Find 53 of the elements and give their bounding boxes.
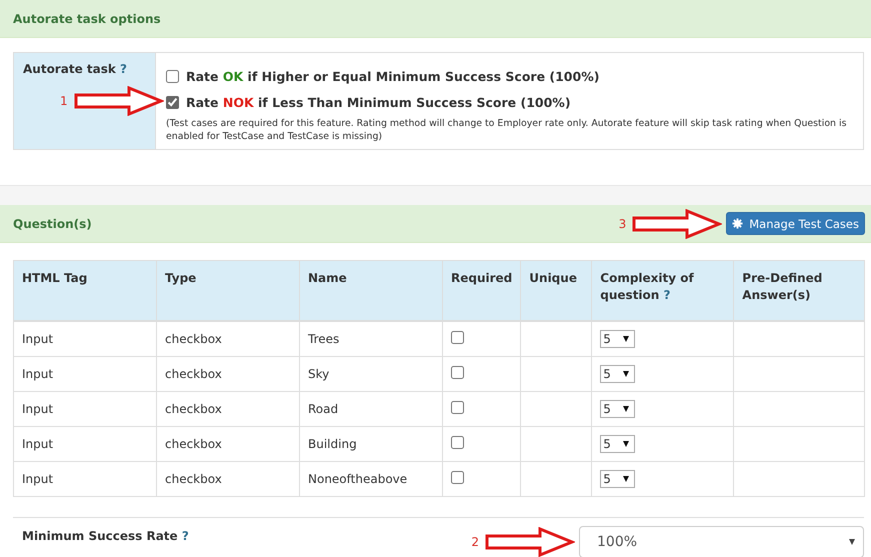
caret-icon bbox=[623, 406, 630, 412]
column-header: Type bbox=[156, 260, 300, 321]
caret-icon bbox=[623, 476, 630, 482]
option-label: Rate OK if Higher or Equal Minimum Success Score (100%) bbox=[186, 68, 600, 84]
field-label: Minimum Success Rate ? bbox=[21, 528, 189, 545]
table-cell: checkbox bbox=[156, 462, 300, 496]
table-cell: Trees bbox=[300, 321, 442, 356]
complexity-dropdown[interactable]: 5 bbox=[600, 330, 636, 348]
field-label: Autorate task ? bbox=[23, 62, 127, 76]
note-text: (Test cases are required for this feature. Rating method will change to Employer rate only. Autorate feature will skip task rating when Question is enabled for TestCase and TestCase is missing) bbox=[166, 117, 848, 143]
table-cell: checkbox bbox=[156, 356, 300, 392]
table-cell: Input bbox=[14, 356, 156, 392]
annotation-number: 2 bbox=[471, 535, 479, 549]
checkbox[interactable] bbox=[166, 96, 179, 108]
manage-test-cases-button[interactable]: Manage Test Cases bbox=[726, 212, 865, 235]
section-title: Question(s) bbox=[13, 216, 92, 230]
annotation-number: 1 bbox=[60, 94, 68, 108]
checkbox[interactable] bbox=[451, 436, 464, 449]
caret-icon bbox=[623, 371, 630, 377]
column-header: HTML Tag bbox=[14, 260, 156, 321]
table-cell: Input bbox=[14, 392, 156, 426]
checkbox[interactable] bbox=[451, 471, 464, 484]
table-cell: checkbox bbox=[156, 321, 300, 356]
column-header: Unique bbox=[520, 260, 592, 321]
complexity-dropdown[interactable]: 5 bbox=[600, 470, 636, 488]
table-cell: Building bbox=[300, 426, 442, 462]
checkbox[interactable] bbox=[451, 331, 464, 344]
section-title: Autorate task options bbox=[13, 12, 161, 26]
table-cell: checkbox bbox=[156, 426, 300, 462]
table-cell: Road bbox=[300, 392, 442, 426]
complexity-dropdown[interactable]: 5 bbox=[600, 435, 636, 453]
table-cell: Input bbox=[14, 321, 156, 356]
table-cell: Input bbox=[14, 462, 156, 496]
annotation-number: 3 bbox=[618, 216, 626, 230]
checkbox[interactable] bbox=[451, 401, 464, 414]
caret-icon bbox=[623, 441, 630, 447]
column-header: Required bbox=[442, 260, 521, 321]
table-cell: Sky bbox=[300, 356, 442, 392]
column-header: Pre-Defined Answer(s) bbox=[734, 260, 864, 321]
checkbox[interactable] bbox=[451, 366, 464, 379]
table-cell: Noneoftheabove bbox=[300, 462, 442, 496]
checkbox[interactable] bbox=[166, 70, 179, 82]
rate-dropdown[interactable]: 100% bbox=[579, 526, 864, 557]
option-label: Rate NOK if Less Than Minimum Success Score (100%) bbox=[186, 94, 571, 110]
column-header: Name bbox=[300, 260, 442, 321]
complexity-dropdown[interactable]: 5 bbox=[600, 365, 636, 383]
table-cell: checkbox bbox=[156, 392, 300, 426]
caret-icon bbox=[623, 336, 630, 342]
column-header: Complexity of question ? bbox=[592, 260, 734, 321]
caret-icon bbox=[849, 539, 855, 545]
complexity-dropdown[interactable]: 5 bbox=[600, 400, 636, 418]
table-cell: Input bbox=[14, 426, 156, 462]
gear-icon bbox=[732, 218, 744, 229]
